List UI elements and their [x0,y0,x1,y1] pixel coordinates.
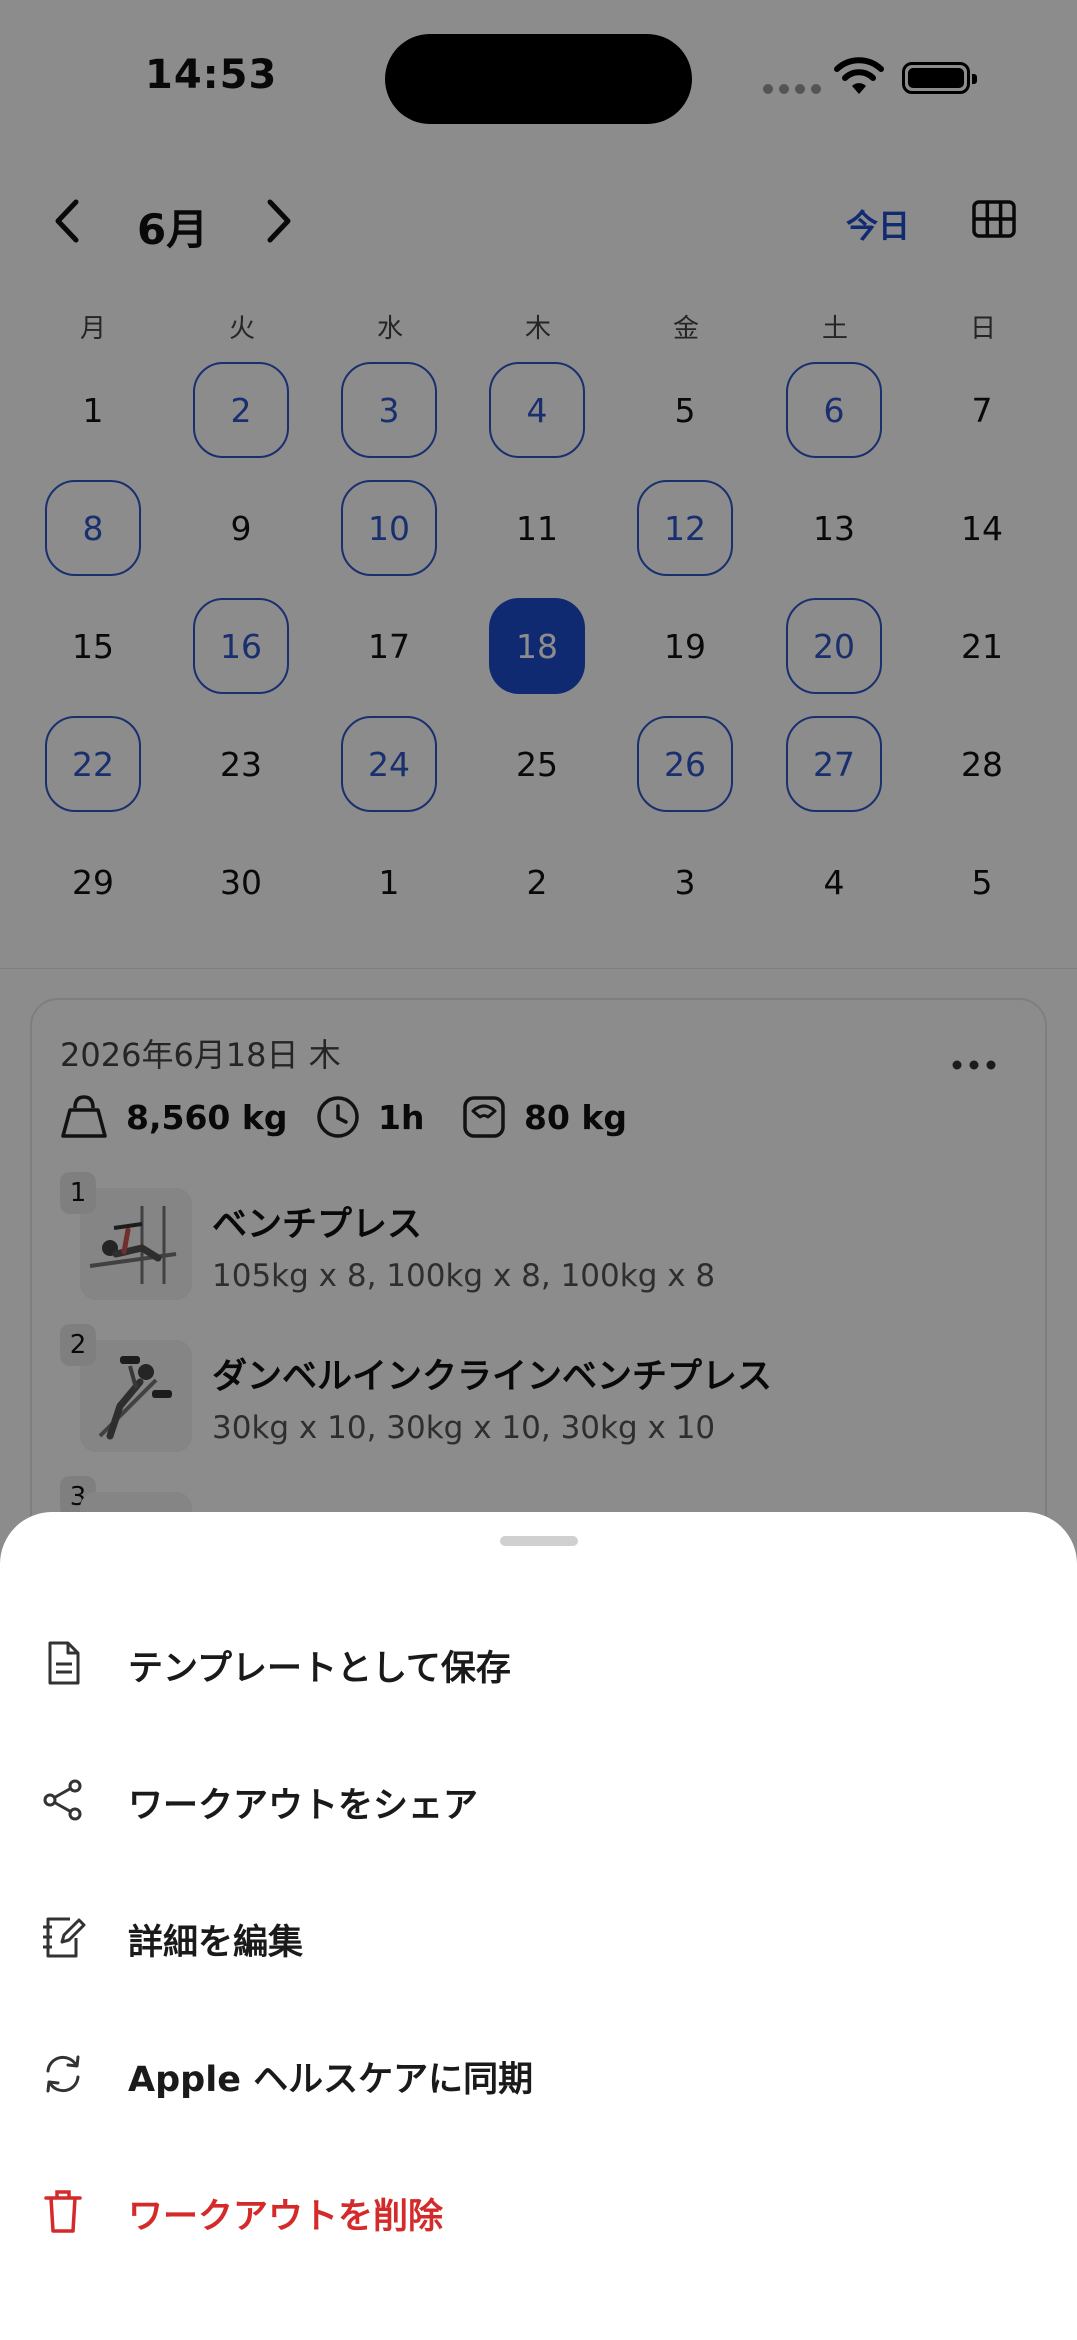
menu-label: ワークアウトを削除 [128,2197,444,2237]
share-icon [43,1779,82,1821]
screen: 14:53 6月 今日 月 火 水 木 金 土 日 1 2 3 4 5 6 7 8 9 10 11 1… [0,0,1077,2340]
menu-label: Apple ヘルスケアに同期 [128,2060,534,2100]
sheet-handle[interactable] [500,1536,578,1546]
document-icon [48,1641,80,1685]
action-sheet: テンプレートとして保存 ワークアウトをシェア 詳細を編集 Apple ヘルスケア… [0,1512,1077,2340]
menu-label: ワークアウトをシェア [128,1786,479,1826]
menu-delete-workout[interactable]: ワークアウトを削除 [0,2150,1077,2270]
menu-label: 詳細を編集 [128,1923,304,1963]
menu-save-as-template[interactable]: テンプレートとして保存 [0,1602,1077,1722]
menu-label: テンプレートとして保存 [128,1649,511,1689]
menu-edit-details[interactable]: 詳細を編集 [0,1876,1077,1996]
edit-notebook-icon [43,1917,86,1958]
menu-share-workout[interactable]: ワークアウトをシェア [0,1739,1077,1859]
menu-sync-health[interactable]: Apple ヘルスケアに同期 [0,2013,1077,2133]
sync-icon [46,2055,80,2093]
trash-icon [44,2190,82,2233]
